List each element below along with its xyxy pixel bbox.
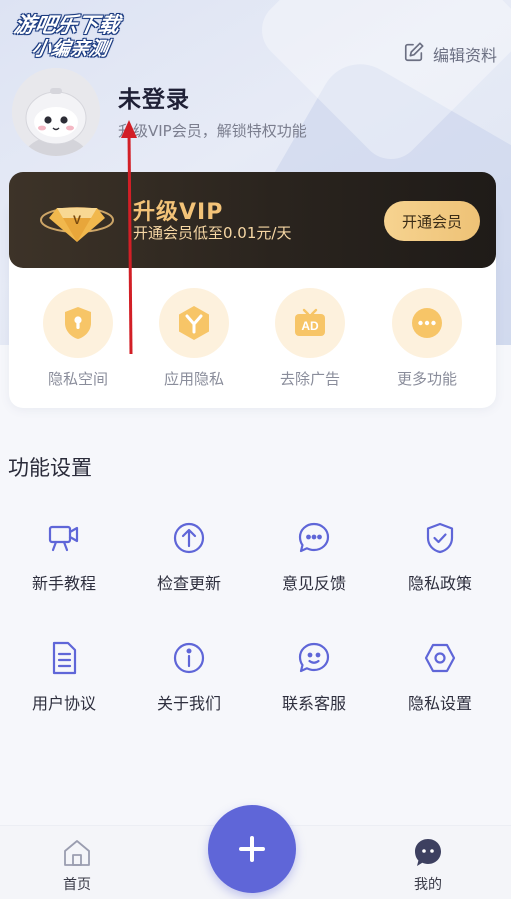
settings-item-label: 隐私政策: [407, 574, 472, 593]
settings-item-privacy-policy[interactable]: 隐私政策: [385, 520, 495, 594]
feature-label: 隐私空间: [47, 370, 108, 388]
plus-icon: [239, 836, 265, 862]
settings-section-title: 功能设置: [8, 456, 92, 480]
home-icon: [64, 840, 90, 866]
robot-avatar-icon: [12, 68, 100, 156]
watermark-line-1: 游吧乐下载: [12, 13, 122, 37]
settings-item-label: 关于我们: [156, 694, 221, 713]
hexagon-y-icon: [159, 288, 229, 358]
settings-item-label: 隐私设置: [407, 694, 472, 713]
svg-text:V: V: [73, 213, 81, 227]
feature-label: 应用隐私: [163, 370, 224, 388]
profile-bubble-icon: [415, 839, 441, 866]
settings-item-user-agreement[interactable]: 用户协议: [9, 640, 119, 714]
more-dots-icon: [392, 288, 462, 358]
feature-more[interactable]: 更多功能: [377, 288, 477, 389]
customer-service-icon: [298, 642, 330, 673]
nav-mine[interactable]: 我的: [388, 836, 468, 894]
nav-home-label: 首页: [63, 877, 91, 893]
settings-item-about-us[interactable]: 关于我们: [134, 640, 244, 714]
video-camera-icon: [48, 525, 79, 552]
feature-app-privacy[interactable]: 应用隐私: [144, 288, 244, 389]
settings-item-customer-service[interactable]: 联系客服: [259, 640, 369, 714]
settings-item-label: 检查更新: [156, 574, 221, 593]
username[interactable]: 未登录: [118, 80, 190, 114]
vip-desc: 开通会员低至0.01元/天: [133, 224, 292, 242]
feature-label: 去除广告: [279, 370, 340, 388]
avatar[interactable]: [12, 68, 100, 156]
settings-item-feedback[interactable]: 意见反馈: [259, 520, 369, 594]
edit-profile-label: 编辑资料: [432, 46, 497, 65]
watermark-logo: 游吧乐下载 小编亲测: [7, 12, 148, 64]
edit-profile-button[interactable]: 编辑资料: [403, 40, 497, 68]
feature-privacy-space[interactable]: 隐私空间: [28, 288, 128, 389]
settings-item-tutorial[interactable]: 新手教程: [9, 520, 119, 594]
upload-arrow-icon: [173, 522, 205, 554]
info-icon: [173, 642, 205, 674]
settings-item-privacy-settings[interactable]: 隐私设置: [385, 640, 495, 714]
settings-item-label: 用户协议: [31, 694, 96, 713]
vip-banner[interactable]: V 升级VIP 开通会员低至0.01元/天 开通会员: [9, 172, 496, 268]
open-vip-button[interactable]: 开通会员: [384, 201, 480, 241]
nav-home[interactable]: 首页: [37, 836, 117, 894]
vip-subtitle: 升级VIP会员，解锁特权功能: [118, 122, 307, 140]
edit-icon: [403, 41, 425, 67]
settings-item-label: 新手教程: [31, 574, 96, 593]
nav-mine-label: 我的: [414, 877, 442, 893]
feature-remove-ads[interactable]: AD 去除广告: [260, 288, 360, 389]
diamond-vip-icon: V: [40, 207, 114, 242]
shield-lock-icon: [43, 288, 113, 358]
settings-item-label: 联系客服: [281, 694, 346, 713]
chat-bubble-icon: [298, 522, 330, 553]
feature-label: 更多功能: [396, 370, 457, 388]
shield-check-icon: [426, 522, 454, 554]
ad-icon: AD: [275, 288, 345, 358]
document-icon: [52, 641, 77, 675]
add-button[interactable]: [208, 805, 296, 893]
settings-hexagon-icon: [424, 643, 456, 673]
settings-item-check-update[interactable]: 检查更新: [134, 520, 244, 594]
watermark-line-2: 小编亲测: [30, 38, 111, 60]
svg-text:AD: AD: [301, 319, 319, 333]
settings-item-label: 意见反馈: [281, 574, 346, 593]
